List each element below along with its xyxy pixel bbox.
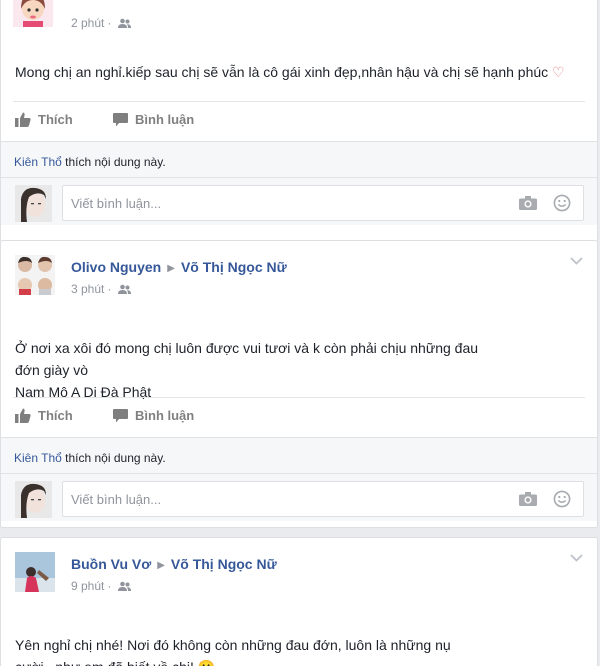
post-card-3: Buồn Vu Vơ ▶ Võ Thị Ngọc Nữ 9 phút · Yên ng… <box>0 537 598 666</box>
post-header: Buồn Vu Vơ ▶ Võ Thị Ngọc Nữ 9 phút · <box>1 538 597 594</box>
chevron-down-icon[interactable] <box>570 554 583 562</box>
thumbs-up-icon <box>15 408 31 423</box>
viewer-avatar[interactable] <box>15 481 52 518</box>
chevron-down-icon[interactable] <box>570 257 583 265</box>
likes-summary: Kiên Thổ thích nội dung này. <box>1 437 597 475</box>
post-actions: Thích Bình luận <box>13 397 585 435</box>
meta-separator: · <box>107 16 112 30</box>
post-time[interactable]: 3 phút <box>71 282 104 296</box>
meta-separator: · <box>107 282 112 296</box>
camera-icon[interactable] <box>519 492 537 506</box>
emoji-icon[interactable] <box>553 490 571 508</box>
friends-audience-icon[interactable] <box>117 18 131 32</box>
like-label: Thích <box>38 408 73 423</box>
post-author-line: Buồn Vu Vơ ▶ Võ Thị Ngọc Nữ <box>71 556 277 572</box>
comment-input[interactable]: Viết bình luận... <box>62 185 584 221</box>
author-name[interactable]: Olivo Nguyen <box>71 259 161 275</box>
post-text-body: Ở nơi xa xôi đó mong chị luôn được vui t… <box>15 340 479 400</box>
post-text-body: Mong chị an nghỉ.kiếp sau chị sẽ vẫn là … <box>15 64 565 80</box>
post-actions: Thích Bình luận <box>13 101 585 139</box>
comment-composer: Viết bình luận... <box>1 473 597 521</box>
post-time[interactable]: 9 phút <box>71 579 104 593</box>
post-card-2: Olivo Nguyen ▶ Võ Thị Ngọc Nữ 3 phút · Ở nơ… <box>0 240 598 528</box>
friends-audience-icon[interactable] <box>117 581 131 595</box>
author-avatar[interactable] <box>15 552 55 592</box>
viewer-avatar[interactable] <box>15 185 52 222</box>
shared-to-arrow-icon: ▶ <box>157 560 165 571</box>
target-name[interactable]: Võ Thị Ngọc Nữ <box>171 556 277 572</box>
friends-audience-icon[interactable] <box>117 284 131 298</box>
post-meta: 2 phút · <box>71 16 131 32</box>
comment-label: Bình luận <box>135 408 195 423</box>
author-name[interactable]: Buồn Vu Vơ <box>71 556 151 572</box>
liked-text: thích nội dung này. <box>61 155 166 169</box>
liker-name[interactable]: Kiên Thổ <box>14 155 62 169</box>
comment-placeholder: Viết bình luận... <box>71 492 162 507</box>
post-card-1: 2 phút · Mong chị an nghỉ.kiếp sau chị sẽ… <box>0 0 598 243</box>
post-author-line: Olivo Nguyen ▶ Võ Thị Ngọc Nữ <box>71 259 287 275</box>
comment-composer: Viết bình luận... <box>1 177 597 225</box>
comment-label: Bình luận <box>135 112 195 127</box>
post-header: 2 phút · <box>1 0 597 31</box>
post-text: Ở nơi xa xôi đó mong chị luôn được vui t… <box>1 297 597 403</box>
comment-button[interactable]: Bình luận <box>113 408 194 423</box>
liker-name[interactable]: Kiên Thổ <box>14 451 62 465</box>
target-name[interactable]: Võ Thị Ngọc Nữ <box>181 259 287 275</box>
post-meta: 9 phút · <box>71 579 131 595</box>
comment-button[interactable]: Bình luận <box>113 112 194 127</box>
comment-placeholder: Viết bình luận... <box>71 196 162 211</box>
like-label: Thích <box>38 112 73 127</box>
thumbs-up-icon <box>15 112 31 127</box>
camera-icon[interactable] <box>519 196 537 210</box>
like-button[interactable]: Thích <box>15 112 73 127</box>
post-time[interactable]: 2 phút <box>71 16 104 30</box>
author-avatar[interactable] <box>15 255 55 295</box>
liked-text: thích nội dung này. <box>61 451 166 465</box>
comment-icon <box>113 408 128 422</box>
comment-input[interactable]: Viết bình luận... <box>62 481 584 517</box>
post-text: Mong chị an nghỉ.kiếp sau chị sẽ vẫn là … <box>1 31 597 83</box>
post-text-body: Yên nghỉ chị nhé! Nơi đó không còn những… <box>15 637 451 666</box>
heart-icon: ♡ <box>552 64 565 80</box>
author-avatar[interactable] <box>13 0 53 27</box>
post-meta: 3 phút · <box>71 282 131 298</box>
post-header: Olivo Nguyen ▶ Võ Thị Ngọc Nữ 3 phút · <box>1 241 597 297</box>
emoji-icon[interactable] <box>553 194 571 212</box>
likes-summary: Kiên Thổ thích nội dung này. <box>1 141 597 179</box>
post-text: Yên nghỉ chị nhé! Nơi đó không còn những… <box>1 594 597 666</box>
comment-icon <box>113 112 128 126</box>
like-button[interactable]: Thích <box>15 408 73 423</box>
shared-to-arrow-icon: ▶ <box>167 263 175 274</box>
meta-separator: · <box>107 579 112 593</box>
